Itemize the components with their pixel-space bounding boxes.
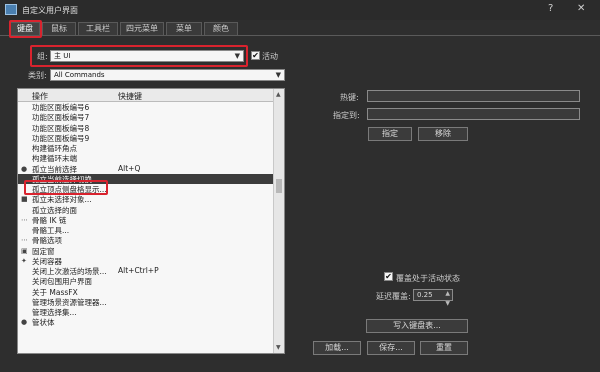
list-item[interactable]: ■ 孤立未选择对象... xyxy=(18,194,274,204)
action-icon: ■ xyxy=(21,195,28,204)
action-icon xyxy=(21,288,29,296)
action-icon: ● xyxy=(21,164,28,173)
delay-override-spinner[interactable]: 0.25 ▲ ▼ xyxy=(413,289,453,307)
list-item[interactable]: 管理选择集... xyxy=(18,307,274,317)
tab-divider xyxy=(0,35,600,36)
tab-colors[interactable]: 颜色 xyxy=(204,22,238,36)
tab-quads[interactable]: 四元菜单 xyxy=(120,22,164,36)
active-label: 活动 xyxy=(262,52,278,61)
category-value: All Commands xyxy=(54,71,105,79)
action-list[interactable]: 操作 快捷键 功能区面板编号6 功能区面板编号7 功能区面板编号8 功能区面板编号9 构… xyxy=(17,88,285,354)
hotkey-field[interactable] xyxy=(367,90,580,102)
list-item[interactable]: 功能区面板编号7 xyxy=(18,112,274,122)
category-label: 类别: xyxy=(28,71,47,80)
list-item[interactable]: 孤立选择的面 xyxy=(18,205,274,215)
category-dropdown[interactable]: All Commands ▼ xyxy=(50,69,285,81)
list-header: 操作 快捷键 xyxy=(18,89,274,102)
window-title: 自定义用户界面 xyxy=(22,6,78,15)
hotkey-label: 热键: xyxy=(340,93,359,102)
list-item[interactable]: 功能区面板编号8 xyxy=(18,123,274,133)
list-item[interactable]: ⋯ 骨骼选项 xyxy=(18,235,274,245)
action-icon: ● xyxy=(21,318,28,327)
col-shortcut[interactable]: 快捷键 xyxy=(118,91,142,102)
col-action[interactable]: 操作 xyxy=(32,91,48,102)
scroll-down-icon[interactable]: ▼ xyxy=(276,344,281,351)
save-button[interactable]: 保存... xyxy=(367,341,415,355)
highlight-selected-row xyxy=(24,180,108,195)
action-icon: ✦ xyxy=(21,256,27,265)
list-item[interactable]: ✦ 关闭容器 xyxy=(18,256,274,266)
list-item[interactable]: 构建循环末端 xyxy=(18,153,274,163)
action-icon xyxy=(21,277,29,285)
action-icon xyxy=(21,298,29,306)
title-bar: 自定义用户界面 ? ✕ xyxy=(0,0,600,20)
list-item[interactable]: 骨骼工具... xyxy=(18,225,274,235)
list-item[interactable]: 关于 MassFX xyxy=(18,287,274,297)
spinner-arrows-icon: ▲ ▼ xyxy=(445,290,450,307)
list-item[interactable]: 构建循环角点 xyxy=(18,143,274,153)
action-icon xyxy=(21,124,29,132)
list-item[interactable]: ⋯ 骨骼 IK 链 xyxy=(18,215,274,225)
action-icon xyxy=(21,308,29,316)
list-item[interactable]: 功能区面板编号6 xyxy=(18,102,274,112)
list-item[interactable]: 关闭包围用户界面 xyxy=(18,276,274,286)
action-icon: ⋯ xyxy=(21,215,28,224)
scroll-thumb[interactable] xyxy=(276,179,282,193)
assigned-to-field[interactable] xyxy=(367,108,580,120)
app-icon xyxy=(5,4,17,15)
action-icon xyxy=(21,226,29,234)
list-item[interactable]: ▣ 固定窗 xyxy=(18,246,274,256)
action-icon xyxy=(21,267,29,275)
list-scrollbar[interactable]: ▲ ▼ xyxy=(273,89,284,353)
override-label: 覆盖处于活动状态 xyxy=(396,274,460,283)
load-button[interactable]: 加载... xyxy=(313,341,361,355)
action-icon xyxy=(21,154,29,162)
assigned-to-label: 指定到: xyxy=(333,111,360,120)
tab-toolbars[interactable]: 工具栏 xyxy=(78,22,118,36)
close-icon[interactable]: ✕ xyxy=(577,3,585,14)
action-shortcut: Alt+Ctrl+P xyxy=(118,266,159,275)
action-icon xyxy=(21,206,29,214)
list-item[interactable]: 功能区面板编号9 xyxy=(18,133,274,143)
scroll-up-icon[interactable]: ▲ xyxy=(276,91,281,98)
action-icon xyxy=(21,144,29,152)
delay-override-value: 0.25 xyxy=(417,291,433,299)
highlight-tab-keyboard xyxy=(9,20,42,38)
action-name: 管状体 xyxy=(32,318,55,328)
action-icon xyxy=(21,103,29,111)
list-rows: 功能区面板编号6 功能区面板编号7 功能区面板编号8 功能区面板编号9 构建循环角点 构建… xyxy=(18,102,274,328)
delay-override-label: 延迟覆盖: xyxy=(376,292,411,301)
write-keyboard-chart-button[interactable]: 写入键盘表... xyxy=(366,319,468,333)
action-icon: ▣ xyxy=(21,246,28,255)
action-icon xyxy=(21,113,29,121)
remove-button[interactable]: 移除 xyxy=(418,127,468,141)
action-icon xyxy=(21,134,29,142)
list-item[interactable]: 管理场景资源管理器... xyxy=(18,297,274,307)
action-icon: ⋯ xyxy=(21,236,28,245)
override-checkbox[interactable]: ✔ xyxy=(384,272,393,281)
list-item[interactable]: ● 管状体 xyxy=(18,317,274,327)
action-shortcut: Alt+Q xyxy=(118,163,141,173)
tab-bar: 键盘 鼠标 工具栏 四元菜单 菜单 颜色 xyxy=(0,20,600,36)
active-checkbox[interactable]: ✔ xyxy=(251,51,260,60)
list-item[interactable]: 关闭上次激活的场景... Alt+Ctrl+P xyxy=(18,266,274,276)
tab-menus[interactable]: 菜单 xyxy=(166,22,202,36)
list-item[interactable]: ● 孤立当前选择 Alt+Q xyxy=(18,164,274,174)
tab-mouse[interactable]: 鼠标 xyxy=(42,22,76,36)
help-icon[interactable]: ? xyxy=(548,3,553,14)
assign-button[interactable]: 指定 xyxy=(368,127,412,141)
chevron-down-icon: ▼ xyxy=(275,71,281,79)
highlight-group xyxy=(30,45,248,67)
reset-button[interactable]: 重置 xyxy=(420,341,468,355)
